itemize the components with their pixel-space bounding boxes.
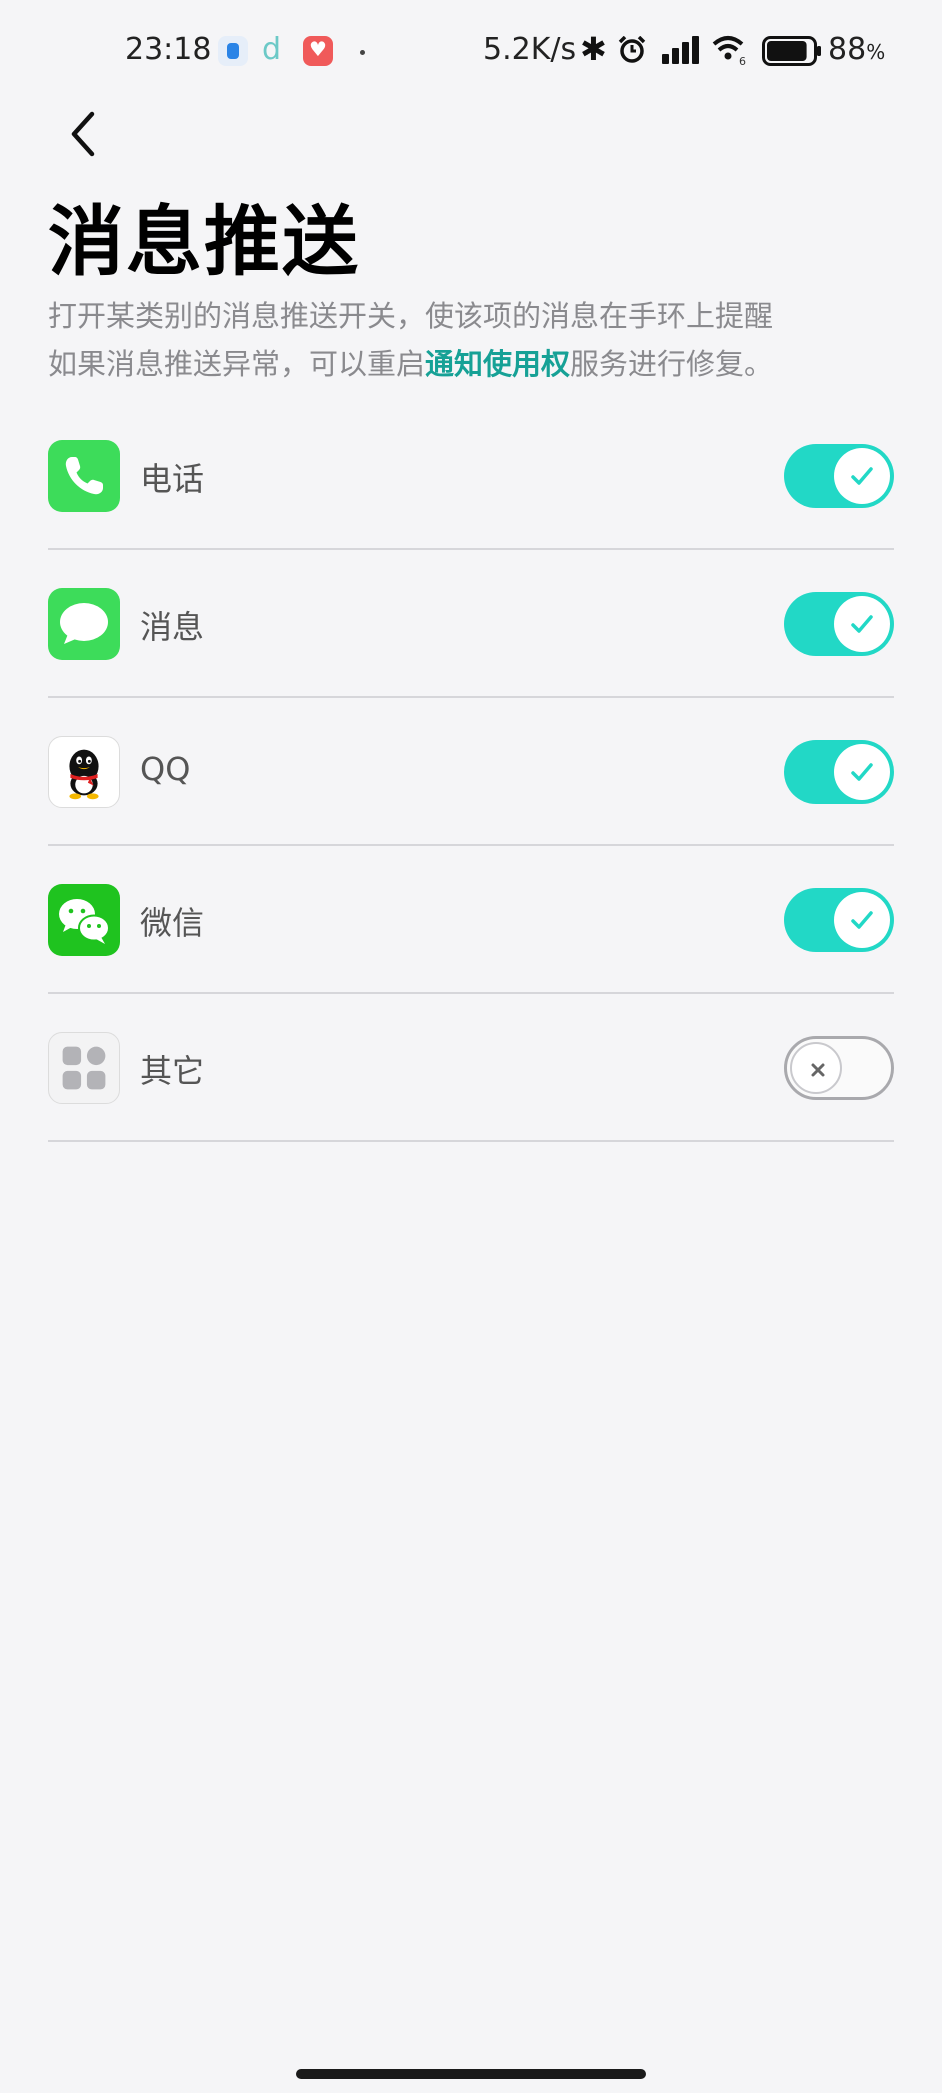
phone-toggle[interactable] — [784, 444, 894, 508]
app-name: 微信 — [140, 904, 205, 942]
network-speed: 5.2K/s — [483, 32, 577, 67]
checkmark-icon — [851, 615, 873, 633]
list-item-wechat: 微信 — [48, 846, 894, 994]
qq-app-icon — [48, 736, 120, 808]
phone-app-icon — [48, 440, 120, 512]
chevron-left-icon — [71, 111, 95, 157]
signal-strength-icon — [662, 36, 699, 64]
description-line-2: 如果消息推送异常，可以重启通知使用权服务进行修复。 — [48, 347, 774, 381]
wifi-icon: 6 — [712, 36, 746, 66]
other-toggle[interactable] — [784, 1036, 894, 1100]
app-notification-list: 电话 消息 QQ 微信 其它 — [48, 402, 894, 1142]
bluetooth-icon: ✱ — [580, 30, 607, 68]
health-app-icon: ♥ — [303, 36, 333, 66]
status-time: 23:18 — [125, 32, 212, 67]
more-notifications-dot — [360, 50, 365, 55]
qq-toggle[interactable] — [784, 740, 894, 804]
battery-percentage: 88% — [828, 32, 886, 67]
notification-access-link[interactable]: 通知使用权 — [425, 347, 570, 381]
close-icon — [811, 1063, 825, 1077]
page-description: 打开某类别的消息推送开关，使该项的消息在手环上提醒 如果消息推送异常，可以重启通… — [48, 292, 898, 388]
messages-toggle[interactable] — [784, 592, 894, 656]
wechat-toggle[interactable] — [784, 888, 894, 952]
app-name: 消息 — [140, 608, 205, 646]
checkmark-icon — [851, 763, 873, 781]
battery-icon — [762, 36, 821, 66]
other-apps-icon — [48, 1032, 120, 1104]
list-item-qq: QQ — [48, 698, 894, 846]
svg-text:6: 6 — [739, 55, 746, 66]
list-item-messages: 消息 — [48, 550, 894, 698]
alarm-icon — [618, 36, 646, 63]
messages-app-icon — [48, 588, 120, 660]
status-bar: 23:18 d ♥ 5.2K/s ✱ 6 88% — [0, 0, 942, 104]
page-title: 消息推送 — [48, 197, 360, 286]
toggle-knob — [834, 744, 890, 800]
toggle-knob — [834, 448, 890, 504]
notification-d-icon: d — [262, 32, 282, 67]
checkmark-icon — [851, 467, 873, 485]
list-item-other: 其它 — [48, 994, 894, 1142]
toggle-knob — [834, 892, 890, 948]
notification-app-icon — [218, 36, 248, 66]
toggle-knob — [834, 596, 890, 652]
app-name: 电话 — [140, 460, 205, 498]
list-item-phone: 电话 — [48, 402, 894, 550]
description-line-1: 打开某类别的消息推送开关，使该项的消息在手环上提醒 — [48, 299, 774, 333]
checkmark-icon — [851, 911, 873, 929]
toggle-knob — [790, 1042, 842, 1094]
wechat-app-icon — [48, 884, 120, 956]
back-button[interactable] — [60, 104, 104, 164]
app-name: 其它 — [140, 1052, 205, 1090]
home-indicator[interactable] — [296, 2069, 646, 2079]
app-name: QQ — [140, 750, 191, 788]
